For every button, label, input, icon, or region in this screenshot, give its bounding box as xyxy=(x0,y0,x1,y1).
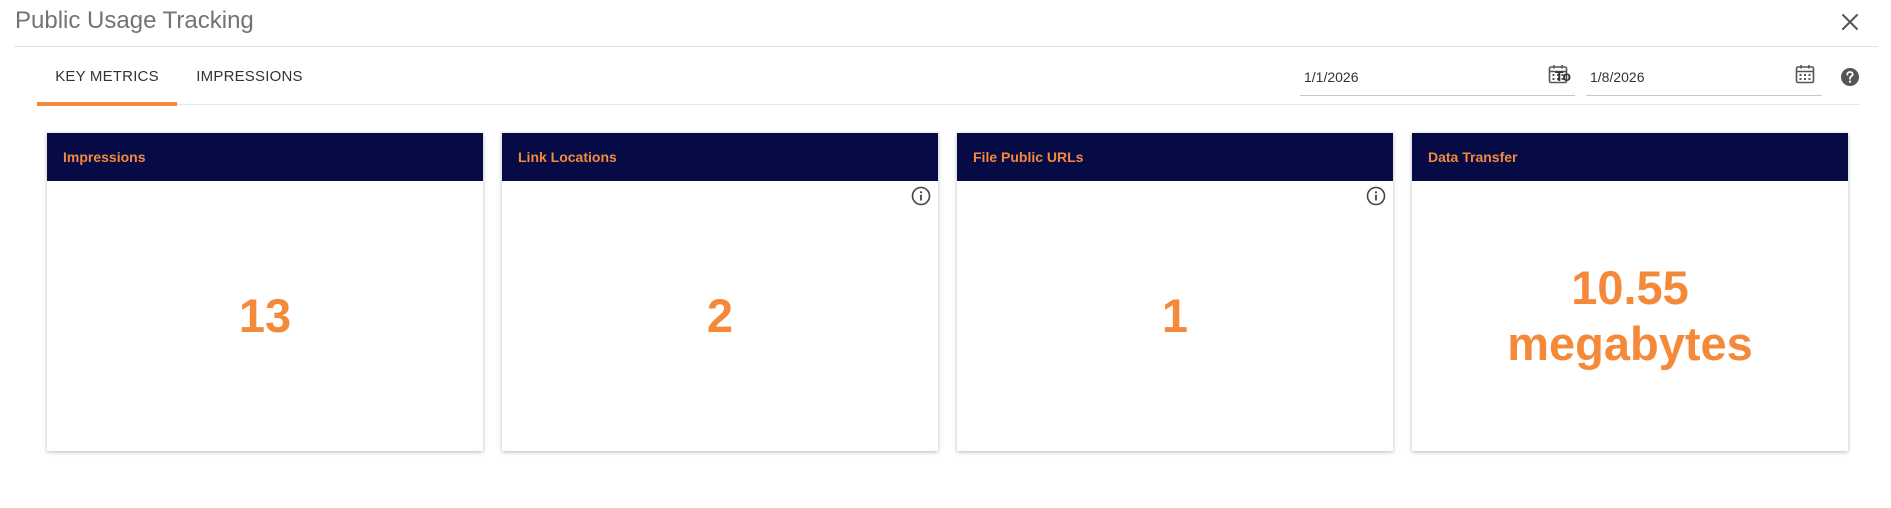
card-title: File Public URLs xyxy=(973,149,1084,165)
close-button[interactable] xyxy=(1836,8,1864,36)
data-transfer-value: 10.55 megabytes xyxy=(1507,261,1753,370)
card-body: 2 xyxy=(502,181,938,451)
dialog-header: Public Usage Tracking xyxy=(14,0,1878,47)
close-icon xyxy=(1842,14,1858,30)
card-body: 1 xyxy=(957,181,1393,451)
file-public-urls-card: File Public URLs 1 xyxy=(957,133,1393,451)
tab-key-metrics[interactable]: KEY METRICS xyxy=(37,47,177,106)
help-icon[interactable] xyxy=(1840,67,1860,87)
card-header: Impressions xyxy=(47,133,483,181)
card-body: 10.55 megabytes xyxy=(1412,181,1848,451)
card-header: Data Transfer xyxy=(1412,133,1848,181)
to-date-field[interactable] xyxy=(1586,60,1822,96)
card-body: 13 xyxy=(47,181,483,451)
card-title: Impressions xyxy=(63,149,146,165)
public-usage-dialog: Public Usage Tracking KEY METRICS IMPRES… xyxy=(0,0,1891,508)
link-locations-value: 2 xyxy=(706,289,734,342)
file-public-urls-value: 1 xyxy=(1161,289,1189,342)
to-label: To xyxy=(1555,68,1572,84)
tab-impressions[interactable]: IMPRESSIONS xyxy=(177,47,322,105)
link-locations-card: Link Locations 2 xyxy=(502,133,938,451)
card-title: Data Transfer xyxy=(1428,149,1518,165)
card-header: Link Locations xyxy=(502,133,938,181)
from-date-input[interactable] xyxy=(1300,64,1500,90)
from-date-field[interactable] xyxy=(1300,60,1575,96)
to-date-input[interactable] xyxy=(1586,64,1786,90)
calendar-icon[interactable] xyxy=(1794,63,1816,85)
impressions-card: Impressions 13 xyxy=(47,133,483,451)
impressions-value: 13 xyxy=(238,289,292,342)
dialog-title: Public Usage Tracking xyxy=(15,7,254,34)
data-transfer-card: Data Transfer 10.55 megabytes xyxy=(1412,133,1848,451)
card-header: File Public URLs xyxy=(957,133,1393,181)
card-title: Link Locations xyxy=(518,149,617,165)
toolbar: KEY METRICS IMPRESSIONS To xyxy=(37,47,1860,106)
